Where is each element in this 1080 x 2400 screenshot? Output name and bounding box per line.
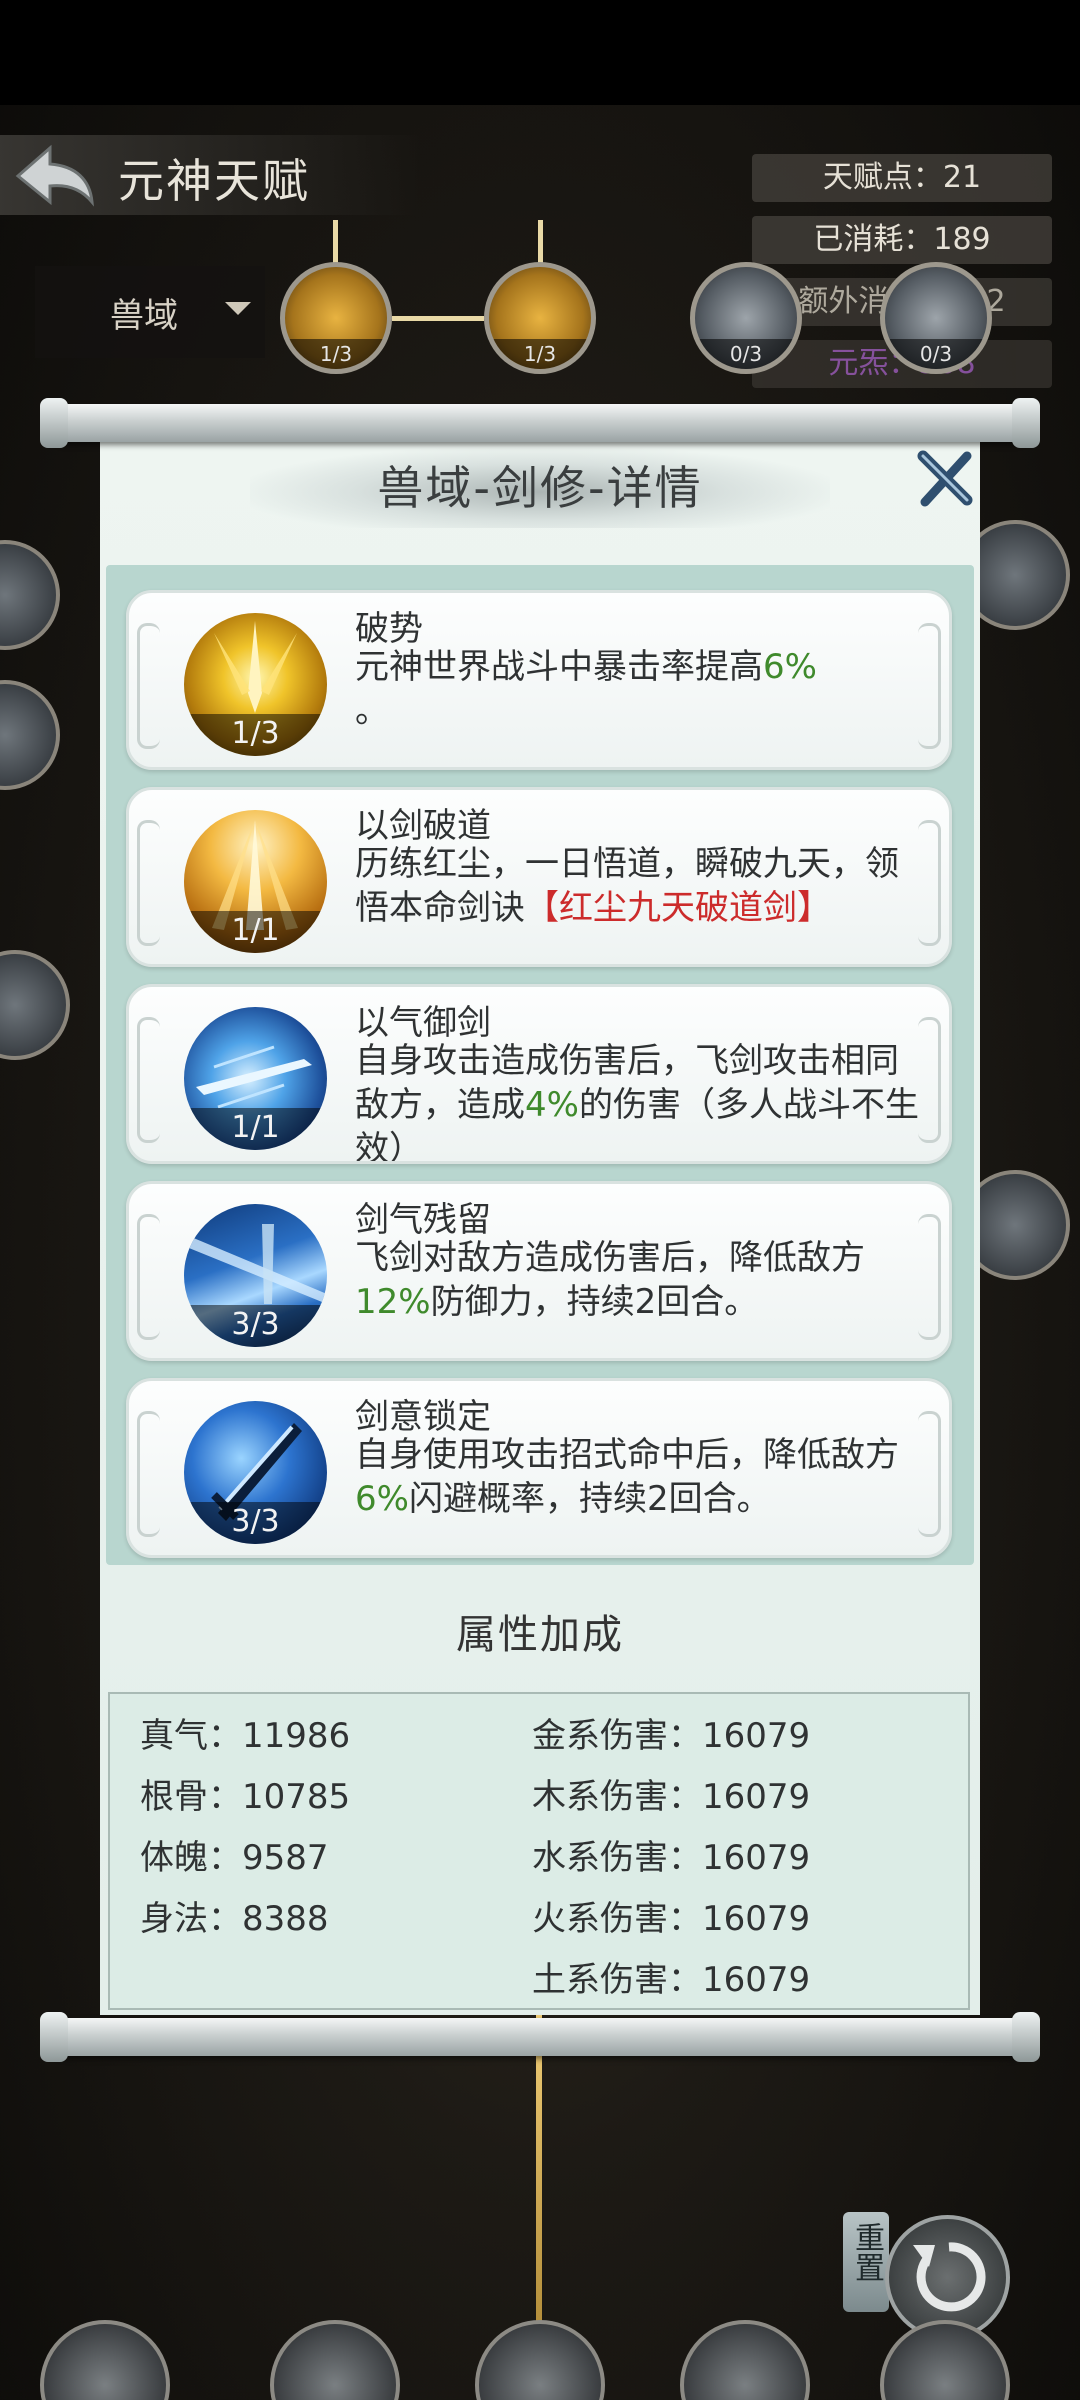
skill-level: 3/3	[184, 1502, 327, 1544]
talent-node[interactable]	[270, 2320, 400, 2400]
sword-intent-lock-skill-icon: 3/3	[184, 1401, 327, 1544]
attribute-item: 金系伤害：16079	[532, 1716, 811, 1756]
skill-description: 历练红尘，一日悟道，瞬破九天，领悟本命剑诀【红尘九天破道剑】	[355, 844, 899, 928]
skill-card[interactable]: 3/3 剑气残留 飞剑对敌方造成伤害后，降低敌方12%防御力，持续2回合。	[126, 1181, 952, 1361]
skill-name: 破势	[355, 609, 423, 649]
region-dropdown-value: 兽域	[110, 295, 178, 336]
skill-card[interactable]: 3/3 剑意锁定 自身使用攻击招式命中后，降低敌方6%闪避概率，持续2回合。	[126, 1378, 952, 1558]
skill-description: 元神世界战斗中暴击率提高6%。	[355, 647, 817, 731]
qi-control-sword-skill-icon: 1/1	[184, 1007, 327, 1150]
talent-node-level: 0/3	[695, 339, 797, 369]
talent-node-level: 1/3	[489, 339, 591, 369]
reset-icon	[913, 2242, 986, 2312]
scroll-rod-cap	[40, 2012, 68, 2062]
skill-description: 自身使用攻击招式命中后，降低敌方6%闪避概率，持续2回合。	[355, 1435, 899, 1519]
status-bar	[0, 0, 1080, 105]
attribute-item: 水系伤害：16079	[532, 1838, 811, 1878]
reset-label[interactable]: 重置	[843, 2212, 889, 2312]
consumed-stat: 已消耗：189	[752, 216, 1052, 264]
skill-value: 12%	[355, 1282, 431, 1322]
page-title: 元神天赋	[118, 154, 310, 208]
skill-value: 4%	[525, 1085, 579, 1125]
attributes-title: 属性加成	[456, 1612, 624, 1658]
attribute-item: 真气：11986	[140, 1716, 351, 1756]
tree-connector	[392, 316, 484, 321]
dialog-title: 兽域-剑修-详情	[377, 461, 703, 515]
talent-node[interactable]	[0, 540, 60, 650]
attribute-item: 木系伤害：16079	[532, 1777, 811, 1817]
close-button[interactable]	[915, 450, 975, 510]
skill-level: 1/1	[184, 911, 327, 953]
scroll-rod-cap	[1012, 2012, 1040, 2062]
skill-value: 【红尘九天破道剑】	[525, 888, 831, 928]
attribute-item: 火系伤害：16079	[532, 1899, 811, 1939]
break-momentum-skill-icon: 1/3	[184, 613, 327, 756]
skill-value: 6%	[763, 647, 817, 687]
talent-node[interactable]: 0/3	[880, 262, 992, 374]
talent-node-level: 1/3	[285, 339, 387, 369]
scroll-rod-cap	[1012, 398, 1040, 448]
skill-name: 以气御剑	[355, 1003, 491, 1043]
talent-node[interactable]	[40, 2320, 170, 2400]
scroll-rod-bottom	[48, 2018, 1032, 2056]
back-button[interactable]	[10, 140, 100, 210]
skill-description: 飞剑对敌方造成伤害后，降低敌方12%防御力，持续2回合。	[355, 1238, 865, 1322]
attribute-item: 体魄：9587	[140, 1838, 329, 1878]
skill-name: 剑意锁定	[355, 1397, 491, 1437]
skill-card[interactable]: 1/1 以气御剑 自身攻击造成伤害后，飞剑攻击相同敌方，造成4%的伤害（多人战斗…	[126, 984, 952, 1164]
talent-node[interactable]: 0/3	[690, 262, 802, 374]
skill-name: 以剑破道	[355, 806, 491, 846]
close-icon	[917, 450, 973, 507]
skill-description: 自身攻击造成伤害后，飞剑攻击相同敌方，造成4%的伤害（多人战斗不生效）	[355, 1041, 919, 1161]
chevron-down-icon	[225, 302, 251, 315]
talent-node[interactable]	[680, 2320, 810, 2400]
scroll-rod-top	[48, 404, 1032, 442]
skill-level: 1/1	[184, 1108, 327, 1150]
talent-node[interactable]	[475, 2320, 605, 2400]
talent-node[interactable]: 1/3	[484, 262, 596, 374]
talent-node[interactable]: 1/3	[280, 262, 392, 374]
sword-qi-residue-skill-icon: 3/3	[184, 1204, 327, 1347]
scroll-rod-cap	[40, 398, 68, 448]
talent-node[interactable]	[0, 680, 60, 790]
skill-level: 1/3	[184, 714, 327, 756]
back-arrow-icon	[15, 144, 94, 207]
skill-name: 剑气残留	[355, 1200, 491, 1240]
skill-value: 6%	[355, 1479, 409, 1519]
skill-card[interactable]: 1/1 以剑破道 历练红尘，一日悟道，瞬破九天，领悟本命剑诀【红尘九天破道剑】	[126, 787, 952, 967]
sword-break-path-skill-icon: 1/1	[184, 810, 327, 953]
skill-card[interactable]: 1/3 破势 元神世界战斗中暴击率提高6%。	[126, 590, 952, 770]
attribute-item: 身法：8388	[140, 1899, 329, 1939]
talent-points-stat: 天赋点：21	[752, 154, 1052, 202]
attribute-item: 根骨：10785	[140, 1777, 351, 1817]
talent-node[interactable]	[0, 950, 70, 1060]
skill-level: 3/3	[184, 1305, 327, 1347]
talent-node-level: 0/3	[885, 339, 987, 369]
attribute-item: 土系伤害：16079	[532, 1960, 811, 2000]
reset-label-text: 重置	[849, 2222, 884, 2282]
